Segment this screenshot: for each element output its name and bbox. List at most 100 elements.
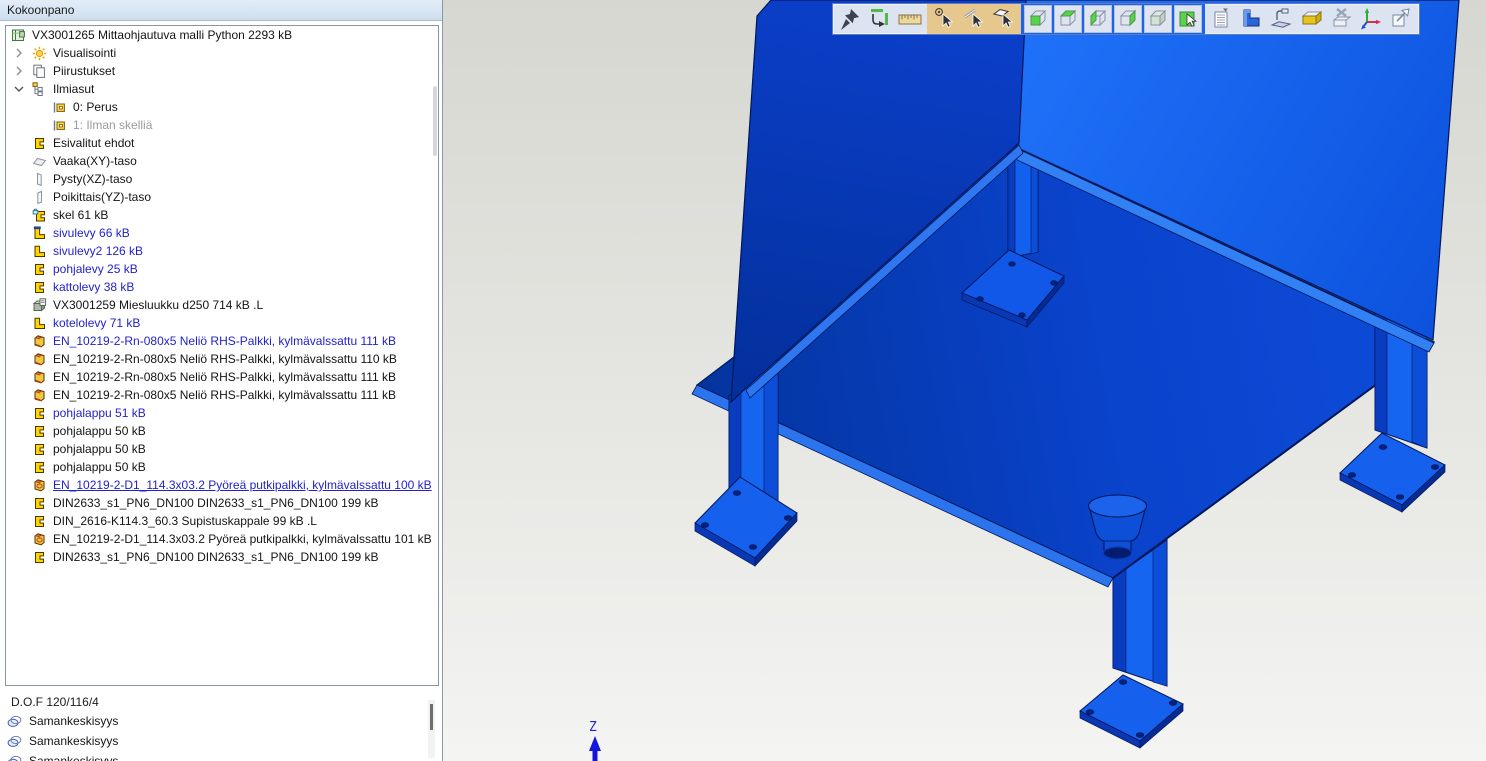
c-profile-icon <box>32 514 49 529</box>
tree-item[interactable]: pohjalevy 25 kB <box>6 260 438 278</box>
view-front-button[interactable] <box>1024 5 1052 33</box>
tree-item-label: 1: Ilman skelliä <box>73 118 152 132</box>
constraints-panel: D.O.F 120/116/4 Samankeskisyys Samankeski… <box>0 692 441 761</box>
tree-item[interactable]: DIN2633_s1_PN6_DN100 DIN2633_s1_PN6_DN10… <box>6 494 438 512</box>
chevron-spacer <box>12 352 32 366</box>
tree-item[interactable]: EN_10219-2-Rn-080x5 Neliö RHS-Palkki, ky… <box>6 386 438 404</box>
tree-scrollbar[interactable] <box>433 86 437 156</box>
tree-item[interactable]: pohjalappu 51 kB <box>6 404 438 422</box>
chevron-spacer <box>12 478 32 492</box>
tree-item[interactable]: pohjalappu 50 kB <box>6 458 438 476</box>
view-right-button[interactable] <box>1114 5 1142 33</box>
constraint-label: Samankeskisyys <box>29 714 118 728</box>
chevron-spacer <box>12 172 32 186</box>
flatten-button[interactable] <box>1268 5 1296 33</box>
config-item-icon <box>52 100 69 115</box>
tree-item-label: Piirustukset <box>53 64 115 78</box>
tree-item[interactable]: sivulevy2 126 kB <box>6 242 438 260</box>
tree-item[interactable]: kotelolevy 71 kB <box>6 314 438 332</box>
tree-item[interactable]: EN_10219-2-Rn-080x5 Neliö RHS-Palkki, ky… <box>6 350 438 368</box>
tree-item[interactable]: EN_10219-2-D1_114.3x03.2 Pyöreä putkipal… <box>6 530 438 548</box>
view-shaded-button[interactable] <box>1144 5 1172 33</box>
feature-list-button[interactable] <box>1208 5 1236 33</box>
fill-solid-icon <box>1299 6 1325 32</box>
tree-item[interactable]: Ilmiasut <box>6 80 438 98</box>
chevron-spacer <box>12 388 32 402</box>
constraint-item[interactable]: Samankeskisyys <box>0 751 441 761</box>
zoom-extents-button[interactable] <box>1388 5 1416 33</box>
tree-item[interactable]: VX3001265 Mittaohjautuva malli Python 22… <box>6 26 438 44</box>
measure-button[interactable] <box>896 5 924 33</box>
chevron-spacer <box>12 460 32 474</box>
select-edge-button[interactable] <box>960 5 988 33</box>
tree-item[interactable]: kattolevy 38 kB <box>6 278 438 296</box>
pin-button[interactable] <box>836 5 864 33</box>
z-axis-indicator: Z <box>589 720 601 761</box>
view-shaded-icon <box>1145 6 1171 32</box>
tree-item[interactable]: sivulevy 66 kB <box>6 224 438 242</box>
beam-round-icon <box>32 478 49 493</box>
tree-item-label: Pysty(XZ)-taso <box>53 172 132 186</box>
select-face-button[interactable] <box>990 5 1018 33</box>
tree-item[interactable]: EN_10219-2-D1_114.3x03.2 Pyöreä putkipal… <box>6 476 438 494</box>
dof-status: D.O.F 120/116/4 <box>0 692 441 711</box>
tree-item[interactable]: Esivalitut ehdot <box>6 134 438 152</box>
c-profile-icon <box>32 424 49 439</box>
sheet-metal-button[interactable] <box>1238 5 1266 33</box>
orient-button[interactable] <box>866 5 894 33</box>
tree-item[interactable]: EN_10219-2-Rn-080x5 Neliö RHS-Palkki, ky… <box>6 368 438 386</box>
viewport-3d[interactable]: Z <box>443 0 1486 761</box>
view-pick-button[interactable] <box>1174 5 1202 33</box>
app-window: Kokoonpano VX3001265 Mittaohjautuva mall… <box>0 0 1486 761</box>
select-point-button[interactable] <box>930 5 958 33</box>
tree-item[interactable]: Pysty(XZ)-taso <box>6 170 438 188</box>
constraint-label: Samankeskisyys <box>29 754 118 761</box>
panel-title-bar[interactable]: Kokoonpano <box>0 0 442 21</box>
sheet-metal-icon <box>1239 6 1265 32</box>
chevron-spacer <box>12 244 32 258</box>
constraints-scrollbar[interactable] <box>428 700 435 758</box>
concentric-icon <box>7 714 24 729</box>
tree-item[interactable]: Vaaka(XY)-taso <box>6 152 438 170</box>
chevron-spacer <box>12 136 32 150</box>
select-face-icon <box>991 6 1017 32</box>
tree-item[interactable]: Poikittais(YZ)-taso <box>6 188 438 206</box>
coord-system-button[interactable] <box>1358 5 1386 33</box>
tree-item[interactable]: DIN_2616-K114.3_60.3 Supistuskappale 99 … <box>6 512 438 530</box>
plane-xy-icon <box>32 154 49 169</box>
tree-item[interactable]: pohjalappu 50 kB <box>6 422 438 440</box>
constraint-item[interactable]: Samankeskisyys <box>0 731 441 751</box>
tree-item[interactable]: 0: Perus <box>6 98 438 116</box>
fill-solid-button[interactable] <box>1298 5 1326 33</box>
tree-item-label: skel 61 kB <box>53 208 108 222</box>
constraint-item[interactable]: Samankeskisyys <box>0 711 441 731</box>
tree-item[interactable]: Visualisointi <box>6 44 438 62</box>
view-top-button[interactable] <box>1054 5 1082 33</box>
chevron-spacer <box>12 208 32 222</box>
config-item-icon <box>52 118 69 133</box>
tree-item[interactable]: 1: Ilman skelliä <box>6 116 438 134</box>
select-edge-icon <box>961 6 987 32</box>
chevron-down-icon[interactable] <box>12 82 32 96</box>
tree-item[interactable]: EN_10219-2-Rn-080x5 Neliö RHS-Palkki, ky… <box>6 332 438 350</box>
chevron-right-icon[interactable] <box>12 64 32 78</box>
drawings-icon <box>32 64 49 79</box>
floating-toolbar <box>832 3 1420 35</box>
beam-round-icon <box>32 532 49 547</box>
tree-item[interactable]: Piirustukset <box>6 62 438 80</box>
chevron-right-icon[interactable] <box>12 46 32 60</box>
z-axis-label: Z <box>589 720 597 735</box>
beam-square-icon <box>32 352 49 367</box>
tree-item-label: sivulevy 66 kB <box>53 226 130 240</box>
tree-item-label: 0: Perus <box>73 100 118 114</box>
remove-solid-button[interactable] <box>1328 5 1356 33</box>
tree-item[interactable]: pohjalappu 50 kB <box>6 440 438 458</box>
view-left-button[interactable] <box>1084 5 1112 33</box>
feature-list-icon <box>1209 6 1235 32</box>
scrollbar-thumb[interactable] <box>430 704 433 730</box>
tree-item[interactable]: VX3001259 Miesluukku d250 714 kB .L <box>6 296 438 314</box>
tree-item[interactable]: skel 61 kB <box>6 206 438 224</box>
tree-item[interactable]: DIN2633_s1_PN6_DN100 DIN2633_s1_PN6_DN10… <box>6 548 438 566</box>
plane-xz-icon <box>32 172 49 187</box>
chevron-spacer <box>12 370 32 384</box>
